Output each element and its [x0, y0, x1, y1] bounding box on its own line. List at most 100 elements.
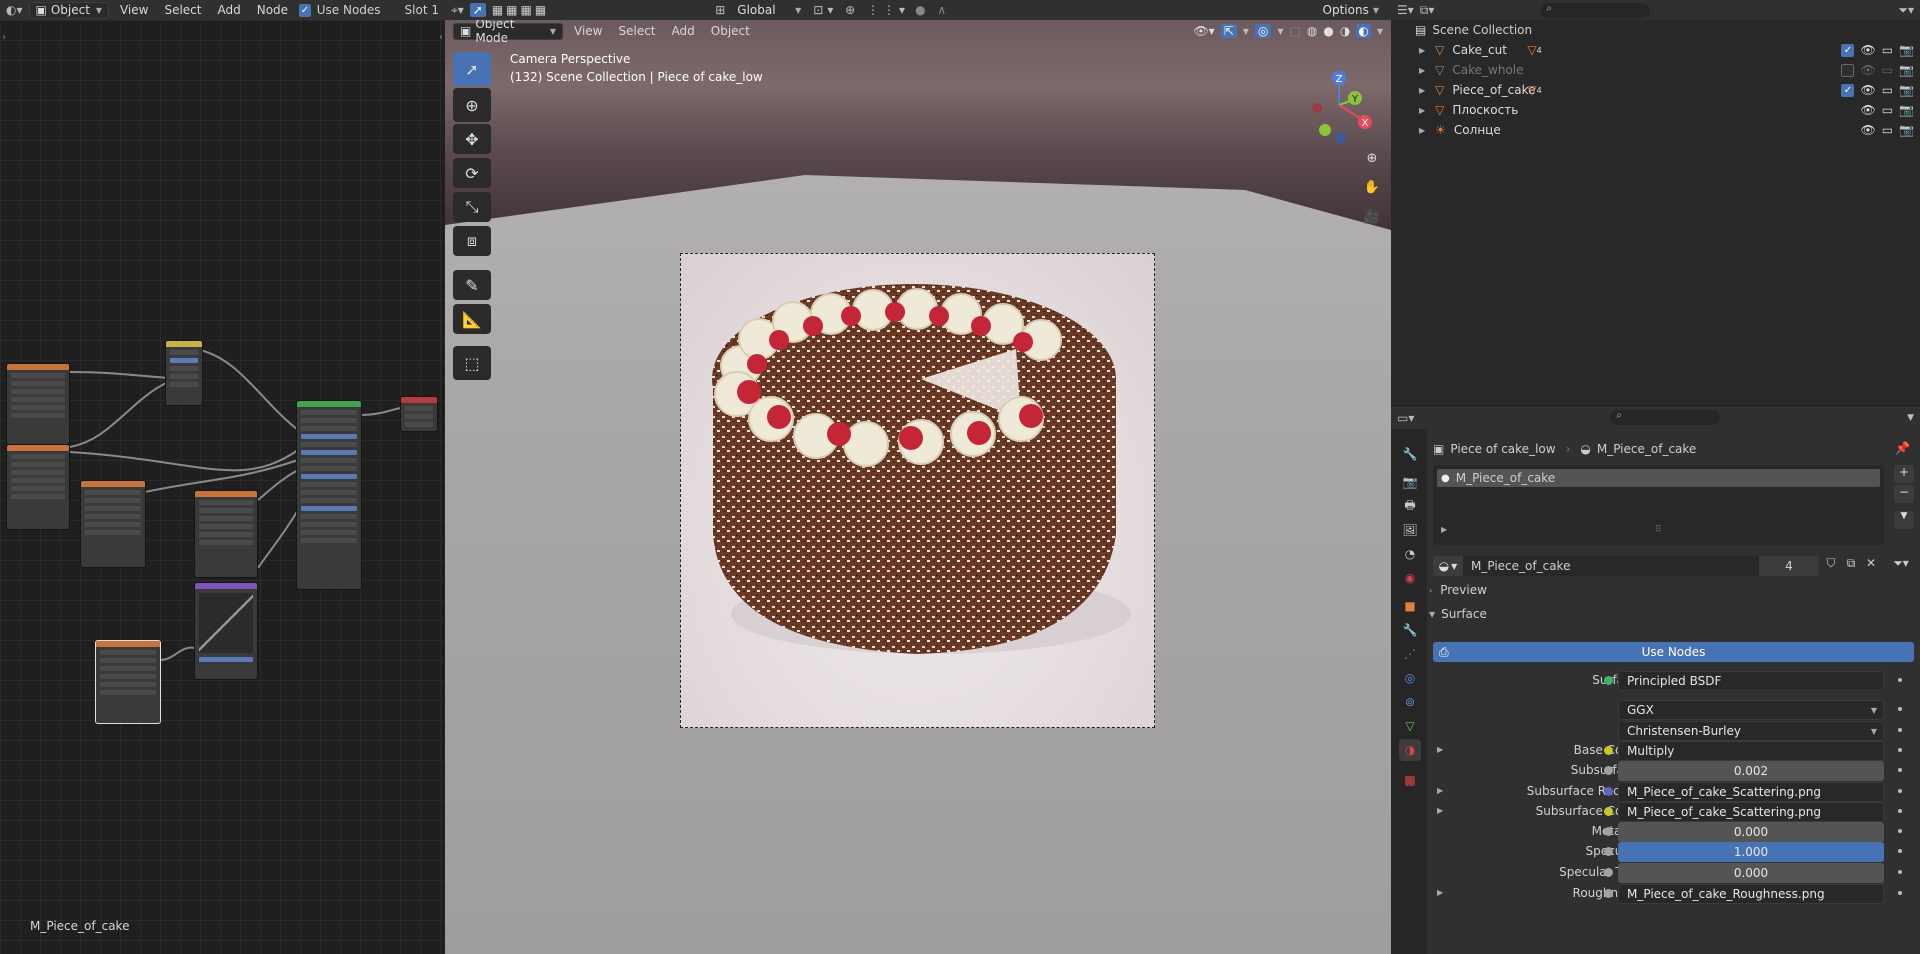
modifier-tab-icon[interactable]: 🔧	[1399, 619, 1421, 641]
menu-node[interactable]: Node	[252, 3, 293, 17]
expand-arrow-icon[interactable]: ▶	[1437, 786, 1443, 795]
eye-icon[interactable]: 👁	[1860, 123, 1875, 137]
material-slot-list[interactable]: ● M_Piece_of_cake ▶ ⠿	[1433, 465, 1884, 545]
proportional-edit-icons[interactable]: ● ∧	[915, 3, 950, 17]
outliner-item-3[interactable]: ▶ ▽ Piece_of_cake ▽ 4 ✓ 👁 ▭ 📷	[1391, 80, 1920, 100]
navigation-gizmo[interactable]: Z Y X	[1297, 60, 1387, 150]
expand-arrow-icon[interactable]: ▶	[1419, 106, 1425, 115]
editor-type-icon[interactable]: ◐▾	[6, 3, 23, 17]
preview-panel-header[interactable]: › Preview	[1427, 578, 1920, 602]
world-tab-icon[interactable]: ◉	[1399, 567, 1421, 589]
search-icon[interactable]: ⌕	[1540, 2, 1651, 18]
monitor-icon[interactable]: ▭	[1882, 63, 1893, 77]
property-field[interactable]: GGX ▼	[1618, 700, 1884, 720]
keyframe-dot-icon[interactable]	[1898, 809, 1902, 813]
render-tab-icon[interactable]: 📷	[1399, 471, 1421, 493]
filter-icon[interactable]: ⏷▾	[1898, 3, 1914, 18]
property-field[interactable]: 0.000	[1618, 863, 1884, 883]
material-users-count[interactable]: 4	[1759, 556, 1819, 576]
tool-select-icon[interactable]: ➚	[469, 3, 486, 17]
scale-tool[interactable]: ⤡	[453, 192, 491, 222]
menu-add[interactable]: Add	[213, 3, 246, 17]
separate-node[interactable]	[165, 340, 203, 406]
principled-bsdf-node[interactable]	[296, 400, 362, 590]
properties-editor[interactable]: ▭▾ ⌕ ▼ 🔧 📷 🖶 🖼 ◔ ◉ ■ 🔧 ⋰ ◎ ⊚ ▽ ◑ ▩ ▣ Pie…	[1391, 405, 1920, 954]
properties-search-input[interactable]: ⌕	[1610, 410, 1721, 425]
property-field[interactable]: M_Piece_of_cake_Roughness.png	[1618, 884, 1884, 904]
monitor-icon[interactable]: ▭	[1882, 43, 1893, 57]
property-field[interactable]: Christensen-Burley ▼	[1618, 721, 1884, 741]
outliner-item-1[interactable]: ▶ ▽ Cake_cut ▽ 4 ✓ 👁 ▭ 📷	[1391, 40, 1920, 60]
menu-select[interactable]: Select	[159, 3, 206, 17]
shading-material-icon[interactable]: ◑	[1340, 24, 1350, 38]
transform-tool[interactable]: ⧈	[453, 226, 491, 256]
pan-hand-icon[interactable]: ✋	[1361, 176, 1383, 198]
socket-icon[interactable]	[1604, 889, 1613, 898]
cursor-tool[interactable]: ⊕	[453, 88, 491, 122]
annotate-tool[interactable]: ✎	[453, 270, 491, 300]
exclude-checkbox[interactable]: ✓	[1841, 83, 1855, 97]
eye-icon[interactable]: 👁	[1860, 63, 1875, 77]
image-texture-node-2[interactable]	[6, 444, 70, 530]
camera-view-icon[interactable]: 🎥	[1361, 206, 1383, 228]
xray-icon[interactable]: ▢	[1290, 24, 1301, 38]
monitor-icon[interactable]: ▭	[1882, 103, 1893, 117]
image-texture-node-5[interactable]	[95, 640, 161, 724]
visibility-icon[interactable]: 👁▾	[1193, 24, 1214, 38]
exclude-checkbox[interactable]: ✓	[1841, 43, 1855, 57]
material-output-node[interactable]	[400, 396, 438, 432]
shading-wireframe-icon[interactable]: ◍	[1307, 24, 1317, 38]
slot-dropdown[interactable]: Slot 1	[405, 3, 439, 17]
property-field[interactable]: Principled BSDF	[1618, 671, 1884, 691]
expand-arrow-icon[interactable]: ▶	[1437, 806, 1443, 815]
link-dropdown-icon[interactable]: ⏷▾	[1887, 556, 1915, 576]
keyframe-dot-icon[interactable]	[1898, 707, 1902, 711]
keyframe-dot-icon[interactable]	[1898, 829, 1902, 833]
material-name-field[interactable]: M_Piece_of_cake	[1463, 556, 1759, 576]
socket-icon[interactable]	[1604, 807, 1613, 816]
socket-icon[interactable]	[1604, 827, 1613, 836]
outliner-item-2[interactable]: ▶ ▽ Cake_whole 👁 ▭ 📷	[1391, 60, 1920, 80]
keyframe-dot-icon[interactable]	[1898, 748, 1902, 752]
monitor-icon[interactable]: ▭	[1882, 123, 1893, 137]
property-field[interactable]: 1.000	[1618, 842, 1884, 862]
tool-tab-icon[interactable]: 🔧	[1399, 443, 1421, 465]
expand-arrow-icon[interactable]: ▶	[1437, 888, 1443, 897]
menu-view[interactable]: View	[569, 24, 607, 38]
editor-type-icon[interactable]: ☰▾	[1397, 3, 1414, 17]
menu-select[interactable]: Select	[613, 24, 660, 38]
keyframe-dot-icon[interactable]	[1898, 849, 1902, 853]
object-tab-icon[interactable]: ■	[1399, 595, 1421, 617]
pin-icon[interactable]: 📌	[1895, 441, 1910, 455]
property-field[interactable]: 0.002	[1618, 761, 1884, 781]
select-box-tool[interactable]: ➚	[453, 52, 491, 86]
3d-viewport[interactable]: ▣ Object Mode ▼ View Select Add Object 👁…	[445, 20, 1391, 954]
keyframe-dot-icon[interactable]	[1898, 891, 1902, 895]
keyframe-dot-icon[interactable]	[1898, 728, 1902, 732]
transform-orientation-dropdown[interactable]: Global ▼	[731, 2, 807, 19]
keyframe-dot-icon[interactable]	[1898, 789, 1902, 793]
socket-icon[interactable]	[1604, 787, 1613, 796]
gizmo-toggle-icon[interactable]: ⇱	[1220, 24, 1237, 38]
use-nodes-checkbox[interactable]: ✓	[299, 3, 311, 17]
expand-arrow-icon[interactable]: ▶	[1419, 66, 1425, 75]
duplicate-material-icon[interactable]: ⧉	[1841, 556, 1861, 576]
output-tab-icon[interactable]: 🖶	[1399, 495, 1421, 517]
outliner[interactable]: ☰▾ ⧉▾ ⌕ ⏷▾ ▤ Scene Collection ▶ ▽ Cake_cut…	[1391, 0, 1920, 405]
rgb-curves-node[interactable]	[194, 582, 258, 680]
object-type-dropdown[interactable]: ▣ Object ▼	[28, 1, 109, 19]
camera-render-icon[interactable]: 📷	[1899, 43, 1914, 57]
menu-object[interactable]: Object	[706, 24, 755, 38]
editor-type-icon[interactable]: ▭▾	[1397, 411, 1414, 425]
socket-icon[interactable]	[1604, 868, 1613, 877]
move-tool[interactable]: ✥	[453, 124, 491, 154]
zoom-icon[interactable]: ⊕	[1361, 147, 1383, 169]
camera-render-icon[interactable]: 📷	[1899, 103, 1914, 117]
camera-render-icon[interactable]: 📷	[1899, 63, 1914, 77]
exclude-checkbox[interactable]	[1841, 63, 1855, 77]
property-field[interactable]: 0.000	[1618, 822, 1884, 842]
camera-render-icon[interactable]: 📷	[1899, 123, 1914, 137]
eye-icon[interactable]: 👁	[1860, 83, 1875, 97]
camera-render-icon[interactable]: 📷	[1899, 83, 1914, 97]
scene-collection-row[interactable]: ▤ Scene Collection	[1391, 20, 1920, 40]
